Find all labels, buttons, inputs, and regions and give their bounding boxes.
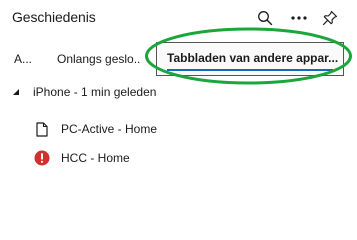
tab-recently-closed[interactable]: Onlangs geslo... bbox=[57, 40, 141, 78]
history-item[interactable]: HCC - Home bbox=[0, 145, 357, 171]
expand-caret-icon bbox=[13, 89, 19, 95]
tab-other-devices[interactable]: Tabbladen van andere appar... bbox=[156, 42, 344, 76]
history-tabs: A... Onlangs geslo... Tabbladen van ande… bbox=[0, 40, 357, 78]
history-header: Geschiedenis bbox=[0, 0, 357, 36]
tab-all[interactable]: A... bbox=[14, 40, 40, 78]
search-icon[interactable] bbox=[255, 8, 275, 28]
panel-title: Geschiedenis bbox=[12, 9, 96, 25]
more-options-icon[interactable] bbox=[289, 8, 309, 28]
page-icon bbox=[34, 120, 50, 138]
pin-icon[interactable] bbox=[320, 8, 340, 28]
selected-tab-indicator bbox=[167, 69, 333, 71]
history-item[interactable]: PC-Active - Home bbox=[0, 116, 357, 142]
history-item-label: PC-Active - Home bbox=[61, 122, 158, 136]
history-item-label: HCC - Home bbox=[61, 151, 130, 165]
error-icon bbox=[34, 149, 50, 167]
device-label: iPhone - 1 min geleden bbox=[33, 85, 157, 99]
device-group-header[interactable]: iPhone - 1 min geleden bbox=[0, 82, 357, 104]
